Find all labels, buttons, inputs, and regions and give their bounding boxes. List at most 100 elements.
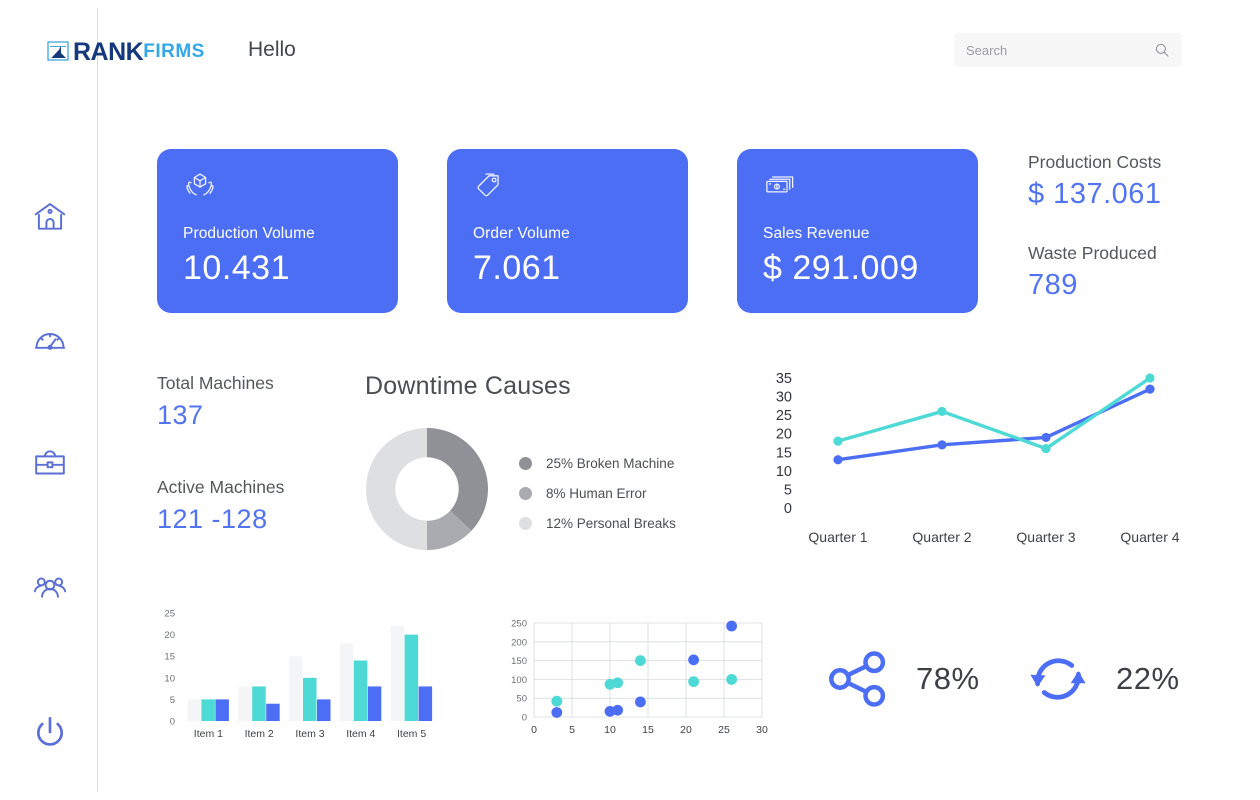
price-tag-icon [473, 169, 662, 205]
sidebar-item-power[interactable] [29, 712, 71, 754]
stat-value: 789 [1028, 269, 1078, 301]
svg-text:25: 25 [776, 408, 792, 424]
svg-text:15: 15 [776, 445, 792, 461]
svg-text:Item 5: Item 5 [397, 728, 426, 740]
svg-text:Quarter 4: Quarter 4 [1120, 529, 1179, 545]
svg-text:20: 20 [680, 724, 692, 736]
svg-text:250: 250 [511, 619, 527, 630]
svg-text:10: 10 [164, 673, 175, 684]
downtime-donut-chart [366, 428, 488, 550]
stat-production-costs: Production Costs $ 137.061 [1028, 152, 1162, 211]
downtime-chart-title: Downtime Causes [365, 372, 571, 400]
sidebar-rail [0, 0, 97, 800]
svg-text:30: 30 [776, 390, 792, 406]
sync-percentage-widget: 22% [1022, 643, 1180, 715]
svg-text:Item 1: Item 1 [194, 728, 223, 740]
package-in-hands-icon [183, 169, 372, 205]
search-bar[interactable] [954, 33, 1182, 67]
stat-value: 121 -128 [157, 504, 268, 534]
stat-label: Waste Produced [1028, 243, 1157, 263]
svg-text:0: 0 [170, 717, 175, 728]
svg-text:5: 5 [784, 482, 792, 498]
kpi-label: Order Volume [473, 225, 570, 242]
stat-label: Active Machines [157, 477, 285, 497]
sidebar-item-users[interactable] [29, 565, 71, 607]
gauge-icon [32, 322, 68, 358]
stat-label: Production Costs [1028, 152, 1162, 172]
svg-text:Item 3: Item 3 [295, 728, 324, 740]
quarterly-line-chart: 35 30 25 20 15 10 5 0 Quarter 1 Quarter 2 Quarter … [752, 370, 1182, 550]
kpi-label: Sales Revenue [763, 225, 870, 242]
kpi-value: $ 291.009 [763, 249, 919, 287]
sync-percent-value: 22% [1116, 661, 1180, 696]
svg-text:0: 0 [784, 501, 792, 517]
legend-item: 12% Personal Breaks [519, 508, 676, 538]
legend-label: 12% Personal Breaks [546, 515, 676, 531]
stat-value: 137 [157, 400, 204, 430]
stat-active-machines: Active Machines 121 -128 [157, 477, 284, 535]
svg-text:100: 100 [511, 675, 527, 686]
cash-stack-icon [763, 169, 952, 205]
sidebar-item-home[interactable] [29, 196, 71, 238]
scatter-chart: 0 50 100 150 200 250 0 5 10 15 20 25 30 [494, 613, 774, 748]
kpi-value: 10.431 [183, 249, 290, 287]
svg-text:0: 0 [531, 724, 537, 736]
share-percentage-widget: 78% [822, 643, 980, 715]
search-icon[interactable] [1154, 42, 1170, 58]
svg-text:35: 35 [776, 371, 792, 387]
sidebar-item-dashboard[interactable] [29, 319, 71, 361]
kpi-label: Production Volume [183, 225, 315, 242]
svg-text:Quarter 3: Quarter 3 [1016, 529, 1075, 545]
users-icon [32, 568, 68, 604]
briefcase-icon [32, 445, 68, 481]
greeting-text: Hello [248, 38, 296, 61]
legend-color-swatch [519, 516, 532, 530]
legend-color-swatch [519, 486, 532, 500]
rank-logo-mark-icon [46, 39, 72, 65]
kpi-card-order-volume[interactable]: Order Volume 7.061 [447, 149, 688, 313]
kpi-card-production-volume[interactable]: Production Volume 10.431 [157, 149, 398, 313]
svg-text:5: 5 [569, 724, 575, 736]
stat-value: $ 137.061 [1028, 178, 1162, 210]
logo-text-secondary: FIRMS [143, 41, 205, 62]
kpi-card-sales-revenue[interactable]: Sales Revenue $ 291.009 [737, 149, 978, 313]
legend-label: 25% Broken Machine [546, 455, 675, 471]
logo-text-primary: RANK [73, 37, 144, 66]
legend-item: 25% Broken Machine [519, 448, 676, 478]
sync-icon [1022, 643, 1094, 715]
brand-logo[interactable]: RANK FIRMS [46, 36, 205, 68]
svg-text:30: 30 [756, 724, 768, 736]
svg-text:Item 4: Item 4 [346, 728, 375, 740]
svg-text:15: 15 [164, 652, 175, 663]
svg-text:0: 0 [522, 713, 527, 724]
stat-total-machines: Total Machines 137 [157, 373, 274, 431]
search-input[interactable] [966, 42, 1154, 58]
sidebar-divider [97, 8, 98, 792]
svg-text:20: 20 [164, 630, 175, 641]
svg-text:200: 200 [511, 637, 527, 648]
svg-text:10: 10 [604, 724, 616, 736]
stat-label: Total Machines [157, 373, 274, 393]
svg-text:150: 150 [511, 656, 527, 667]
svg-text:Quarter 1: Quarter 1 [808, 529, 867, 545]
svg-text:15: 15 [642, 724, 654, 736]
svg-text:Quarter 2: Quarter 2 [912, 529, 971, 545]
downtime-legend: 25% Broken Machine 8% Human Error 12% Pe… [519, 448, 676, 538]
svg-text:Item 2: Item 2 [245, 728, 274, 740]
svg-text:50: 50 [516, 694, 527, 705]
svg-text:25: 25 [164, 609, 175, 620]
power-icon [30, 713, 70, 753]
svg-text:10: 10 [776, 464, 792, 480]
stat-waste-produced: Waste Produced 789 [1028, 243, 1157, 302]
kpi-value: 7.061 [473, 249, 561, 287]
svg-text:5: 5 [170, 695, 175, 706]
home-icon [32, 199, 68, 235]
legend-item: 8% Human Error [519, 478, 676, 508]
share-icon [822, 643, 894, 715]
svg-text:20: 20 [776, 427, 792, 443]
dashboard-page: RANK FIRMS Hello Production Volume 10.43… [0, 0, 1260, 800]
legend-color-swatch [519, 456, 532, 470]
legend-label: 8% Human Error [546, 485, 647, 501]
svg-text:25: 25 [718, 724, 730, 736]
sidebar-item-briefcase[interactable] [29, 442, 71, 484]
